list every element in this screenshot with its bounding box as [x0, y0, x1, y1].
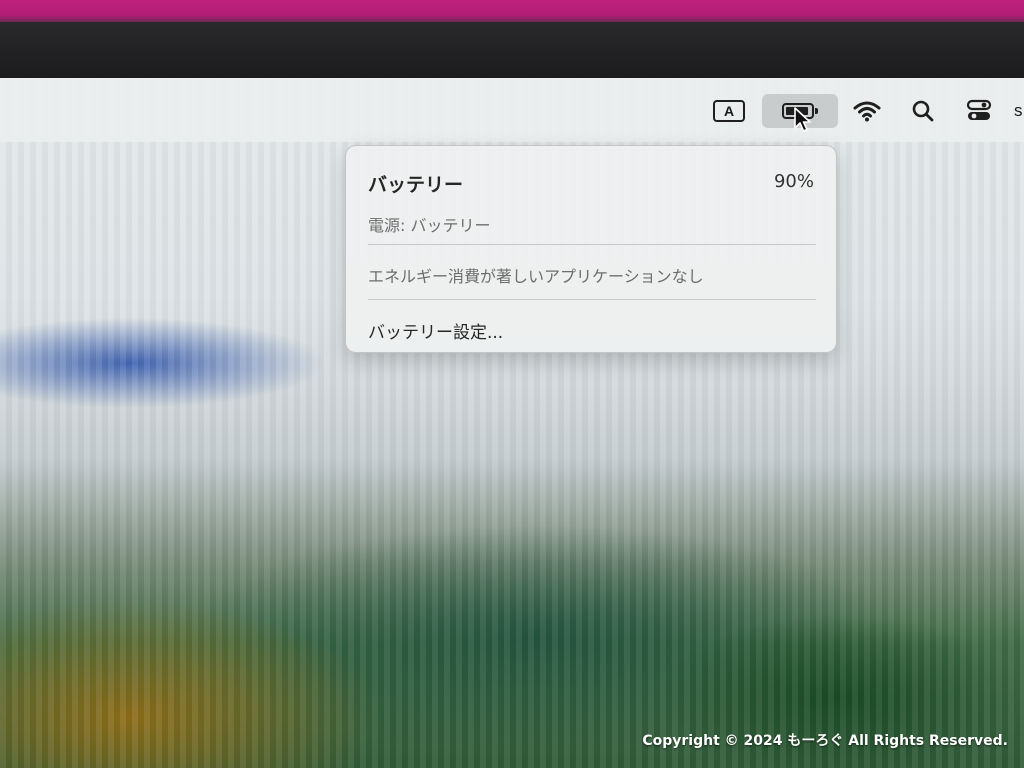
laptop-lid-edge: [0, 0, 1024, 22]
input-source-menu[interactable]: A: [712, 94, 746, 128]
screen-bezel: [0, 22, 1024, 78]
menu-bar-clock[interactable]: s: [1014, 94, 1024, 128]
energy-usage-status: エネルギー消費が著しいアプリケーションなし: [368, 267, 704, 286]
battery-menu-title: バッテリー: [368, 174, 464, 196]
power-source-label: 電源: バッテリー: [368, 216, 491, 235]
battery-percentage: 90%: [773, 171, 814, 192]
input-source-label: A: [723, 103, 735, 119]
battery-settings-menu-item[interactable]: バッテリー設定...: [368, 318, 503, 343]
spotlight-button[interactable]: [906, 94, 940, 128]
wifi-menu-button[interactable]: [850, 94, 884, 128]
input-source-icon: A: [713, 100, 745, 122]
menu-divider: [368, 299, 816, 300]
photo-of-screen: A s バッテリー 90% 電源: バッテリー エネルギー消費が著しいアプリケー…: [0, 0, 1024, 768]
control-center-button[interactable]: [962, 94, 996, 128]
battery-dropdown-menu: バッテリー 90% 電源: バッテリー エネルギー消費が著しいアプリケーションな…: [345, 145, 837, 353]
search-icon: [912, 100, 934, 122]
battery-terminal: [815, 108, 818, 114]
clock-text: s: [1014, 101, 1023, 120]
mouse-pointer-icon: [794, 107, 811, 132]
menu-divider: [368, 244, 816, 245]
copyright-watermark: Copyright © 2024 もーろぐ All Rights Reserve…: [642, 733, 1008, 749]
wifi-icon: [853, 101, 881, 122]
control-center-icon: [966, 99, 992, 120]
menu-bar: A s: [0, 78, 1024, 142]
